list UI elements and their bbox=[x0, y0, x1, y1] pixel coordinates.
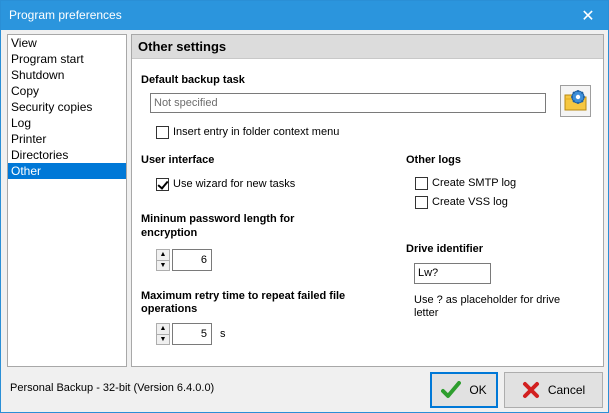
retry-time-value[interactable]: 5 bbox=[172, 323, 212, 345]
nav-item-view[interactable]: View bbox=[8, 35, 126, 51]
cancel-button[interactable]: Cancel bbox=[504, 372, 603, 408]
preferences-window: Program preferences ✕ View Program start… bbox=[0, 0, 609, 413]
vss-log-label: Create VSS log bbox=[432, 196, 508, 208]
smtp-log-option[interactable]: Create SMTP log bbox=[415, 176, 516, 190]
nav-item-directories[interactable]: Directories bbox=[8, 147, 126, 163]
nav-item-log[interactable]: Log bbox=[8, 115, 126, 131]
panel-title: Other settings bbox=[138, 39, 227, 54]
smtp-log-label: Create SMTP log bbox=[432, 177, 517, 189]
cancel-x-icon bbox=[522, 382, 539, 398]
wizard-checkbox[interactable] bbox=[156, 177, 169, 191]
retry-heading-line1: Maximum retry time to repeat failed file bbox=[141, 290, 346, 302]
password-heading-line1: Mininum password length for bbox=[141, 213, 295, 225]
settings-panel: Other settings Default backup task Not s… bbox=[131, 34, 604, 367]
close-button[interactable]: ✕ bbox=[568, 1, 608, 30]
checkmark-icon bbox=[441, 381, 462, 398]
retry-time-spinner[interactable]: ▲ ▼ 5 bbox=[156, 323, 212, 345]
retry-spin-arrows[interactable]: ▲ ▼ bbox=[156, 323, 170, 345]
close-icon: ✕ bbox=[581, 7, 595, 25]
nav-item-other[interactable]: Other bbox=[8, 163, 126, 179]
nav-item-shutdown[interactable]: Shutdown bbox=[8, 67, 126, 83]
folder-settings-icon bbox=[564, 90, 586, 111]
panel-header: Other settings bbox=[132, 35, 603, 59]
nav-item-copy[interactable]: Copy bbox=[8, 83, 126, 99]
version-text: Personal Backup - 32-bit (Version 6.4.0.… bbox=[10, 382, 215, 394]
vss-log-checkbox[interactable] bbox=[415, 195, 428, 209]
wizard-label: Use wizard for new tasks bbox=[173, 178, 296, 190]
category-list[interactable]: View Program start Shutdown Copy Securit… bbox=[7, 34, 127, 367]
vss-log-option[interactable]: Create VSS log bbox=[415, 195, 508, 209]
password-heading-line2: encryption bbox=[141, 227, 198, 239]
context-menu-option[interactable]: Insert entry in folder context menu bbox=[156, 125, 339, 139]
spin-down-icon[interactable]: ▼ bbox=[157, 259, 169, 271]
default-backup-heading: Default backup task bbox=[141, 74, 245, 86]
ok-button[interactable]: OK bbox=[430, 372, 498, 408]
ok-label: OK bbox=[469, 383, 487, 397]
drive-hint-line1: Use ? as placeholder for drive bbox=[414, 294, 561, 306]
nav-item-security-copies[interactable]: Security copies bbox=[8, 99, 126, 115]
password-spin-arrows[interactable]: ▲ ▼ bbox=[156, 249, 170, 271]
title-bar[interactable]: Program preferences ✕ bbox=[1, 1, 608, 30]
spin-up-icon[interactable]: ▲ bbox=[157, 324, 169, 334]
drive-hint-line2: letter bbox=[414, 307, 439, 319]
password-length-value[interactable]: 6 bbox=[172, 249, 212, 271]
smtp-log-checkbox[interactable] bbox=[415, 176, 428, 190]
context-menu-checkbox[interactable] bbox=[156, 125, 169, 139]
default-backup-field[interactable]: Not specified bbox=[150, 93, 546, 113]
context-menu-label: Insert entry in folder context menu bbox=[173, 126, 340, 138]
wizard-option[interactable]: Use wizard for new tasks bbox=[156, 177, 295, 191]
nav-item-printer[interactable]: Printer bbox=[8, 131, 126, 147]
nav-item-program-start[interactable]: Program start bbox=[8, 51, 126, 67]
retry-unit: s bbox=[220, 328, 226, 340]
user-interface-heading: User interface bbox=[141, 154, 215, 166]
retry-heading-line2: operations bbox=[141, 303, 198, 315]
spin-up-icon[interactable]: ▲ bbox=[157, 250, 169, 260]
password-length-spinner[interactable]: ▲ ▼ 6 bbox=[156, 249, 212, 271]
select-backup-task-button[interactable] bbox=[560, 85, 591, 117]
spin-down-icon[interactable]: ▼ bbox=[157, 333, 169, 345]
window-title: Program preferences bbox=[9, 8, 122, 22]
drive-identifier-field[interactable]: Lw? bbox=[414, 263, 491, 284]
drive-identifier-heading: Drive identifier bbox=[406, 243, 484, 255]
other-logs-heading: Other logs bbox=[406, 154, 462, 166]
cancel-label: Cancel bbox=[547, 383, 586, 397]
